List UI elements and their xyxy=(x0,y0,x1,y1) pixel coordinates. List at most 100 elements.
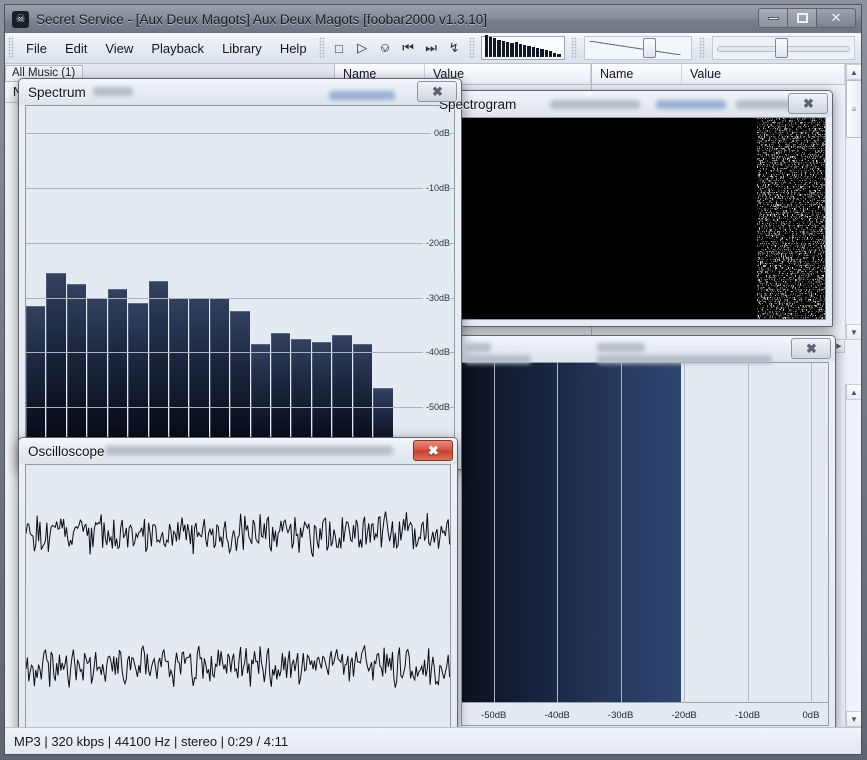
spectrogram-canvas[interactable] xyxy=(437,118,825,319)
spectrogram-pixel xyxy=(784,300,785,302)
spectrogram-pixel xyxy=(763,204,764,205)
scrollbar-vertical-upper[interactable]: ▲ ≡ ▼ xyxy=(845,64,861,340)
spectrum-axis-label: -10dB xyxy=(422,183,450,194)
menu-file[interactable]: File xyxy=(17,37,56,60)
play-button[interactable]: ▷ xyxy=(351,37,374,59)
spectrum-canvas[interactable]: 0dB -10dB -20dB -30dB -40dB -50dB xyxy=(26,106,454,462)
spectrogram-pixel xyxy=(794,150,795,151)
oscilloscope-canvas[interactable] xyxy=(26,465,450,727)
histogram-title-bar[interactable]: ✖ xyxy=(455,336,835,364)
window-histogram[interactable]: ✖ -50dB -40dB -30dB -20dB -10dB 0dB xyxy=(454,335,836,733)
spectrogram-pixel xyxy=(771,236,772,239)
spectrogram-pixel xyxy=(802,240,803,242)
toolbar-grip-playback[interactable] xyxy=(318,37,325,59)
window-spectrum[interactable]: Spectrum ✖ 0dB -10dB -20dB -30dB -40dB -50dB xyxy=(18,78,462,470)
right-col-name[interactable]: Name xyxy=(592,64,682,84)
spectrogram-pixel xyxy=(817,202,818,203)
spectrogram-pixel xyxy=(817,204,818,205)
spectrogram-pixel xyxy=(781,192,782,193)
oscilloscope-close-button[interactable]: ✖ xyxy=(413,440,453,461)
spectrogram-pixel xyxy=(818,266,819,268)
title-bar[interactable]: ☠ Secret Service - [Aux Deux Magots] Aux… xyxy=(5,5,861,33)
spectrogram-pixel xyxy=(784,296,785,298)
spectrogram-pixel xyxy=(821,122,822,123)
spectrogram-pixel xyxy=(799,164,800,165)
histogram-axis xyxy=(462,702,828,703)
window-spectrogram[interactable]: Spectrogram ✖ xyxy=(429,90,833,327)
spectrogram-pixel xyxy=(786,236,787,238)
scroll-down-arrow-2[interactable]: ▼ xyxy=(846,711,861,727)
spectrogram-pixel xyxy=(807,208,808,210)
toolbar-grip[interactable] xyxy=(8,37,14,59)
scrollbar-vertical-lower[interactable]: ▲ ▼ xyxy=(845,384,861,727)
window-oscilloscope[interactable]: Oscilloscope ✖ xyxy=(18,437,458,735)
spectrogram-pixel xyxy=(765,160,766,161)
spectrogram-pixel xyxy=(777,128,778,130)
spectrum-close-button[interactable]: ✖ xyxy=(417,81,457,102)
spectrogram-pixel xyxy=(759,132,760,133)
spectrogram-pixel xyxy=(772,302,773,304)
toolbar-grip-volume[interactable] xyxy=(570,37,577,59)
random-button[interactable]: ↯ xyxy=(443,37,466,59)
spectrogram-pixel xyxy=(804,138,805,139)
spectrogram-pixel xyxy=(796,192,797,193)
menu-playback[interactable]: Playback xyxy=(142,37,213,60)
volume-thumb[interactable] xyxy=(642,38,656,58)
spectrogram-pixel xyxy=(795,162,796,163)
scroll-up-arrow-2[interactable]: ▲ xyxy=(846,384,861,400)
spectrogram-pixel xyxy=(801,318,802,319)
spectrogram-pixel xyxy=(815,192,816,193)
seek-bar[interactable] xyxy=(711,36,855,60)
spectrogram-pixel xyxy=(817,270,818,273)
spectrogram-pixel xyxy=(786,284,787,286)
spectrogram-pixel xyxy=(816,186,817,187)
spectrogram-pixel xyxy=(823,276,824,278)
spectrogram-pixel xyxy=(824,210,825,212)
scroll-up-arrow[interactable]: ▲ xyxy=(846,64,861,80)
spectrogram-pixel xyxy=(808,278,809,280)
restore-button[interactable] xyxy=(787,8,817,28)
toolbar-grip-seek[interactable] xyxy=(698,37,705,59)
spectrogram-pixel xyxy=(798,166,799,167)
pause-button[interactable]: ⎉ xyxy=(374,37,397,59)
right-col-value[interactable]: Value xyxy=(682,64,845,84)
scroll-down-arrow[interactable]: ▼ xyxy=(846,324,861,340)
spectrogram-pixel xyxy=(760,196,761,197)
spectrogram-pixel xyxy=(784,204,785,205)
toolbar-grip-vu[interactable] xyxy=(468,37,475,59)
menu-help[interactable]: Help xyxy=(271,37,316,60)
vu-bar xyxy=(540,49,544,57)
spectrogram-pixel xyxy=(796,172,797,173)
spectrum-title-bar[interactable]: Spectrum ✖ xyxy=(19,79,461,105)
close-button[interactable]: ✕ xyxy=(816,8,856,28)
spectrogram-pixel xyxy=(796,296,797,298)
spectrogram-pixel xyxy=(775,228,776,231)
spectrogram-pixel xyxy=(788,166,789,168)
spectrogram-pixel xyxy=(779,220,780,223)
spectrogram-pixel xyxy=(813,212,814,213)
previous-button[interactable]: ⏮ xyxy=(397,37,420,59)
oscilloscope-title-bar[interactable]: Oscilloscope ✖ xyxy=(19,438,457,464)
menu-edit[interactable]: Edit xyxy=(56,37,96,60)
spectrogram-pixel xyxy=(806,244,807,246)
spectrogram-pixel xyxy=(790,126,791,127)
minimize-button[interactable] xyxy=(758,8,788,28)
histogram-close-button[interactable]: ✖ xyxy=(791,338,831,359)
spectrogram-title-bar[interactable]: Spectrogram ✖ xyxy=(430,91,832,117)
menu-library[interactable]: Library xyxy=(213,37,271,60)
menu-view[interactable]: View xyxy=(96,37,142,60)
spectrogram-pixel xyxy=(822,220,823,223)
vu-bar xyxy=(548,51,553,57)
spectrogram-pixel xyxy=(814,246,815,248)
scroll-thumb[interactable]: ≡ xyxy=(846,80,861,138)
spectrogram-pixel xyxy=(808,238,809,240)
histogram-canvas[interactable]: -50dB -40dB -30dB -20dB -10dB 0dB xyxy=(462,363,828,725)
stop-button[interactable]: □ xyxy=(328,37,351,59)
spectrogram-close-button[interactable]: ✖ xyxy=(788,93,828,114)
spectrogram-pixel xyxy=(798,302,799,304)
seek-thumb[interactable] xyxy=(774,38,788,58)
spectrogram-pixel xyxy=(815,206,816,207)
spectrogram-pixel xyxy=(786,290,787,292)
next-button[interactable]: ⏭ xyxy=(420,37,443,59)
volume-slider[interactable] xyxy=(583,36,692,60)
